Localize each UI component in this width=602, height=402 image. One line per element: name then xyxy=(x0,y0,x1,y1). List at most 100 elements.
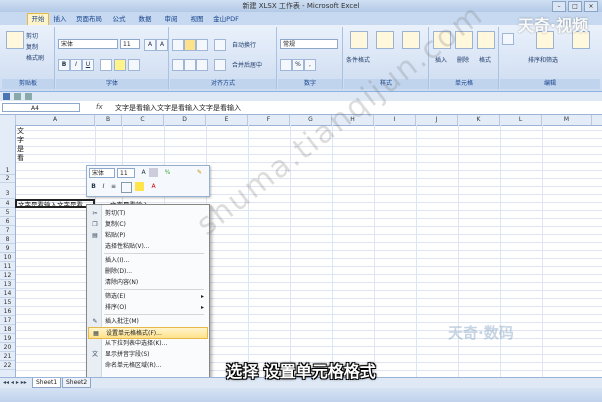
context-menu-item[interactable]: 清除内容(N) xyxy=(88,277,208,289)
mini-format-painter-icon[interactable]: ✎ xyxy=(195,168,204,177)
redo-icon[interactable] xyxy=(25,93,32,100)
mini-percent-icon[interactable]: % xyxy=(163,168,172,177)
row-header[interactable]: 18 xyxy=(0,325,15,334)
close-button[interactable]: × xyxy=(584,1,598,12)
mini-bold-button[interactable]: B xyxy=(89,182,98,191)
column-header[interactable]: L xyxy=(500,115,542,125)
column-header[interactable]: C xyxy=(122,115,164,125)
shrink-font-button[interactable]: A xyxy=(156,39,168,51)
align-middle-icon[interactable] xyxy=(184,39,196,51)
row-header[interactable]: 20 xyxy=(0,343,15,352)
delete-cells-button[interactable]: 删除 xyxy=(457,55,469,64)
bold-button[interactable]: B xyxy=(58,59,70,71)
mini-size-select[interactable]: 11 xyxy=(117,168,135,178)
cut-button[interactable]: 剪切 xyxy=(26,31,38,40)
copy-button[interactable]: 复制 xyxy=(26,42,38,51)
row-header[interactable]: 10 xyxy=(0,253,15,262)
tab-review[interactable]: 审阅 xyxy=(162,14,180,25)
column-header[interactable]: D xyxy=(164,115,206,125)
mini-currency-icon[interactable] xyxy=(149,168,158,177)
row-header[interactable]: 12 xyxy=(0,271,15,280)
conditional-format-icon[interactable] xyxy=(350,31,368,49)
align-bottom-icon[interactable] xyxy=(196,39,208,51)
format-button[interactable]: 格式 xyxy=(479,55,491,64)
column-header[interactable]: B xyxy=(95,115,122,125)
currency-icon[interactable] xyxy=(280,59,292,71)
font-color-icon[interactable] xyxy=(128,59,140,71)
row-header[interactable]: 3 xyxy=(0,183,15,199)
grow-font-button[interactable]: A xyxy=(144,39,156,51)
sort-filter-button[interactable]: 排序和筛选 xyxy=(528,55,558,64)
context-menu-item[interactable]: 排序(O) ▸ xyxy=(88,302,208,314)
comma-button[interactable]: , xyxy=(304,59,316,71)
mini-font-color-icon[interactable]: A xyxy=(149,182,158,191)
row-header[interactable]: 15 xyxy=(0,298,15,307)
format-cells-ribbon-icon[interactable] xyxy=(477,31,495,49)
mini-font-select[interactable]: 宋体 xyxy=(89,168,115,178)
format-painter-button[interactable]: 格式刷 xyxy=(26,53,44,62)
mini-grow-font-icon[interactable]: A xyxy=(139,168,148,177)
conditional-format-button[interactable]: 条件格式 xyxy=(346,55,370,64)
fill-color-icon[interactable] xyxy=(114,59,126,71)
formula-input[interactable]: 文字是看输入文字是看输入文字是看输入 xyxy=(115,103,241,113)
row-header[interactable]: 4 xyxy=(0,199,15,208)
tab-page-layout[interactable]: 页面布局 xyxy=(74,14,104,25)
indent-icon[interactable] xyxy=(214,59,226,71)
row-header[interactable]: 14 xyxy=(0,289,15,298)
border-icon[interactable] xyxy=(100,59,112,71)
sum-icon[interactable] xyxy=(502,33,514,45)
row-header[interactable]: 1 xyxy=(0,125,15,175)
name-box[interactable]: A4 xyxy=(2,103,80,112)
row-header[interactable]: 7 xyxy=(0,226,15,235)
paste-icon[interactable] xyxy=(6,31,24,49)
align-right-icon[interactable] xyxy=(196,59,208,71)
mini-border-icon[interactable] xyxy=(121,182,132,193)
table-format-icon[interactable] xyxy=(376,31,394,49)
column-header[interactable]: K xyxy=(458,115,500,125)
tab-data[interactable]: 数据 xyxy=(136,14,154,25)
row-header[interactable]: 5 xyxy=(0,208,15,217)
column-header[interactable]: M xyxy=(542,115,592,125)
tab-insert[interactable]: 插入 xyxy=(52,14,68,25)
font-size-select[interactable]: 11 xyxy=(120,39,140,49)
tab-pdf[interactable]: 金山PDF xyxy=(212,14,240,25)
tab-home[interactable]: 开始 xyxy=(27,13,49,25)
row-header[interactable]: 6 xyxy=(0,217,15,226)
row-header[interactable]: 17 xyxy=(0,316,15,325)
row-header[interactable]: 2 xyxy=(0,175,15,183)
column-header[interactable]: F xyxy=(248,115,290,125)
minimize-button[interactable]: – xyxy=(552,1,566,12)
italic-button[interactable]: I xyxy=(70,59,82,71)
row-header[interactable]: 11 xyxy=(0,262,15,271)
context-menu-item[interactable]: 选择性粘贴(V)... xyxy=(88,241,208,253)
save-icon[interactable] xyxy=(3,93,10,100)
number-format-select[interactable]: 常规 xyxy=(280,39,338,49)
column-header[interactable]: A xyxy=(16,115,95,125)
column-header[interactable]: I xyxy=(374,115,416,125)
mini-fill-color-icon[interactable] xyxy=(135,182,144,191)
row-header[interactable]: 19 xyxy=(0,334,15,343)
percent-button[interactable]: % xyxy=(292,59,304,71)
maximize-button[interactable]: □ xyxy=(568,1,582,12)
row-header[interactable]: 16 xyxy=(0,307,15,316)
underline-button[interactable]: U xyxy=(82,59,94,71)
merge-center-button[interactable]: 合并后居中 xyxy=(232,60,262,69)
row-header[interactable]: 9 xyxy=(0,244,15,253)
cell-a1[interactable]: 文字是看 xyxy=(17,127,25,163)
mini-align-button[interactable]: ≡ xyxy=(109,182,118,191)
row-header[interactable]: 13 xyxy=(0,280,15,289)
align-left-icon[interactable] xyxy=(172,59,184,71)
row-header[interactable]: 8 xyxy=(0,235,15,244)
tab-view[interactable]: 视图 xyxy=(188,14,206,25)
wrap-text-button[interactable]: 自动换行 xyxy=(232,40,256,49)
font-name-select[interactable]: 宋体 xyxy=(58,39,118,49)
function-icon[interactable]: fx xyxy=(96,103,103,111)
align-top-icon[interactable] xyxy=(172,39,184,51)
select-all-button[interactable] xyxy=(0,115,16,125)
undo-icon[interactable] xyxy=(14,93,21,100)
orientation-icon[interactable] xyxy=(214,39,226,51)
mini-italic-button[interactable]: I xyxy=(99,182,108,191)
tab-formulas[interactable]: 公式 xyxy=(110,14,128,25)
column-header[interactable]: E xyxy=(206,115,248,125)
column-header[interactable]: J xyxy=(416,115,458,125)
